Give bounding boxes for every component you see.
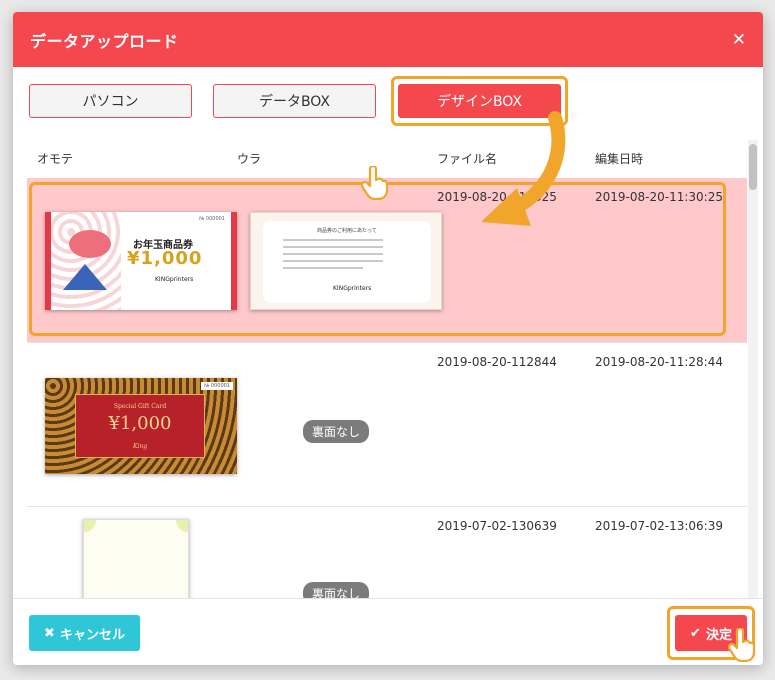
header-front: オモテ [37,152,74,166]
tab-pc[interactable]: パソコン [29,84,192,118]
corner-decoration [176,520,188,532]
dialog-header: データアップロード ✕ [13,12,763,67]
filename-cell: 2019-08-20-112844 [437,355,557,369]
edited-cell: 2019-07-02-13:06:39 [595,519,723,533]
table-row[interactable]: 裏面なし 2019-07-02-130639 2019-07-02-13:06:… [27,506,747,598]
front-thumbnail [83,519,189,598]
scrollbar-thumb[interactable] [749,144,757,190]
card-amount: ¥1,000 [108,413,172,434]
card-serial: № 000001 [201,382,233,390]
card-title: Special Gift Card [113,403,167,410]
list-scrollbar[interactable] [748,140,758,598]
dialog-footer: ✖ キャンセル ✔ 決定 [13,598,763,665]
table-row[interactable]: № 000001 Special Gift Card ¥1,000 King 裏… [27,342,747,506]
tab-data-box[interactable]: データBOX [213,84,376,118]
data-upload-dialog: データアップロード ✕ パソコン データBOX デザインBOX オモテ ウラ フ… [13,12,763,665]
dialog-title: データアップロード [30,31,179,51]
hand-pointer-icon [728,628,756,662]
close-icon[interactable]: ✕ [732,30,746,50]
no-back-badge: 裏面なし [303,420,370,443]
hand-pointer-icon [361,166,389,200]
cancel-button[interactable]: ✖ キャンセル [29,615,140,651]
front-thumbnail: № 000001 Special Gift Card ¥1,000 King [45,378,237,474]
curved-arrow-icon [481,111,566,226]
header-edited: 編集日時 [595,152,644,166]
table-row[interactable]: № 000001 お年玉商品券 ¥1,000 KINGprinters 商品券の… [27,178,747,342]
source-tabs: パソコン データBOX デザインBOX [29,76,749,126]
filename-cell: 2019-07-02-130639 [437,519,557,533]
no-back-badge: 裏面なし [303,582,370,598]
check-icon: ✔ [690,625,701,641]
cancel-label: キャンセル [59,627,125,643]
times-icon: ✖ [44,625,55,641]
card-brand: King [132,443,148,450]
corner-decoration [84,520,96,532]
card-panel: Special Gift Card ¥1,000 King [75,394,205,458]
edited-cell: 2019-08-20-11:28:44 [595,355,723,369]
row-highlight-frame [29,182,726,336]
design-list: オモテ ウラ ファイル名 編集日時 № 000001 お年玉商品券 ¥1,000… [27,140,747,598]
header-back: ウラ [237,152,262,166]
